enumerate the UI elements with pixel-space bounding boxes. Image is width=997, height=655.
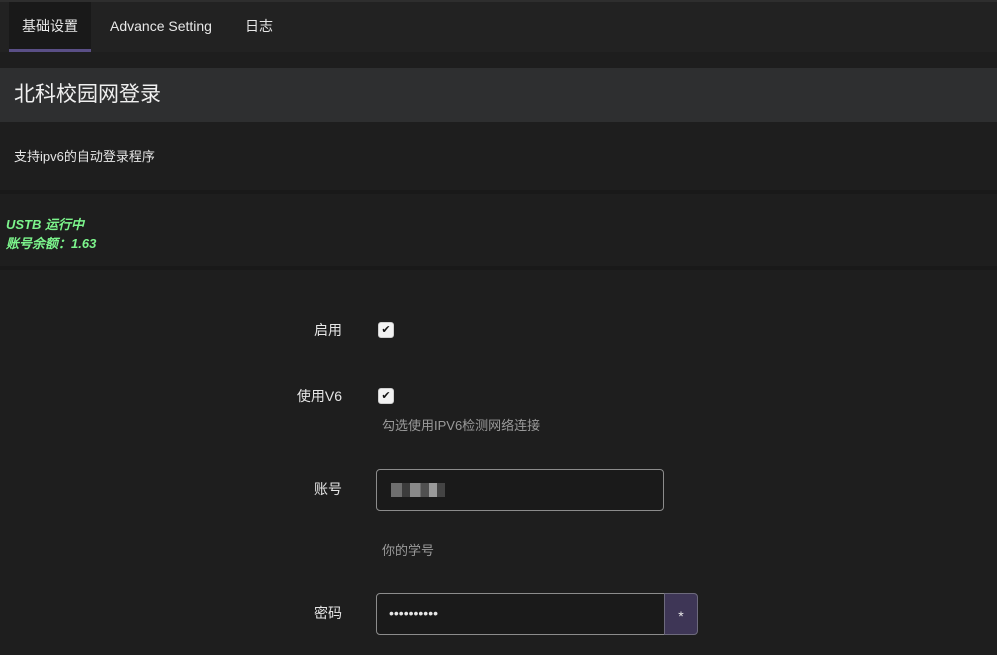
tab-bar: 基础设置 Advance Setting 日志 (0, 0, 997, 52)
reveal-password-button[interactable]: * (664, 593, 698, 635)
account-label: 账号 (314, 481, 342, 497)
checkmark-icon: ✔ (381, 390, 391, 402)
account-help: 你的学号 (382, 543, 435, 558)
use-v6-checkbox[interactable]: ✔ (378, 388, 394, 404)
status-section: USTB 运行中 账号余额：1.63 (0, 194, 997, 266)
tab-basic-settings[interactable]: 基础设置 (9, 2, 91, 52)
password-label: 密码 (314, 605, 342, 621)
running-status: USTB 运行中 (6, 217, 85, 232)
page-description: 支持ipv6的自动登录程序 (14, 149, 155, 164)
tab-log[interactable]: 日志 (245, 2, 273, 52)
checkmark-icon: ✔ (381, 324, 391, 336)
spacer (0, 52, 997, 68)
page-header: 北科校园网登录 (0, 68, 997, 122)
description-section: 支持ipv6的自动登录程序 (0, 122, 997, 190)
tab-advance-setting[interactable]: Advance Setting (110, 2, 212, 52)
account-balance: 账号余额：1.63 (6, 236, 97, 251)
enable-checkbox[interactable]: ✔ (378, 322, 394, 338)
account-input[interactable] (376, 469, 664, 511)
use-v6-help: 勾选使用IPV6检测网络连接 (382, 418, 541, 433)
settings-form: 启用 ✔ 使用V6 ✔ 勾选使用IPV6检测网络连接 账号 你的学号 密码 ••… (0, 270, 997, 655)
enable-label: 启用 (314, 322, 342, 338)
password-input[interactable]: •••••••••• (376, 593, 665, 635)
redacted-value (391, 483, 445, 497)
use-v6-label: 使用V6 (296, 388, 342, 404)
password-value: •••••••••• (389, 605, 439, 621)
page-title: 北科校园网登录 (14, 83, 161, 106)
